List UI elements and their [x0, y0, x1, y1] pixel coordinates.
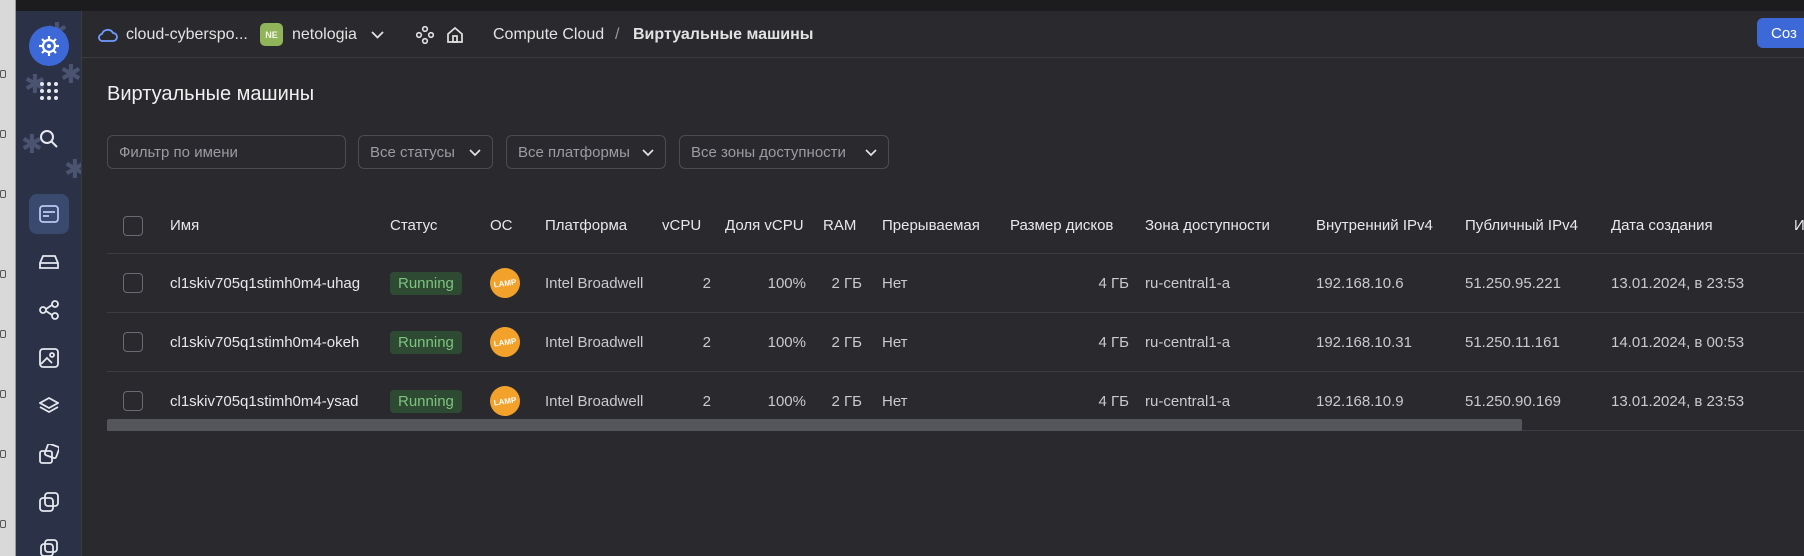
- vcpu-share: 100%: [767, 274, 806, 292]
- internal-ip: 192.168.10.31: [1316, 333, 1412, 351]
- sidebar: ✱ ✱ ✱ ✱ ✱: [16, 11, 82, 556]
- zone: ru-central1-a: [1145, 333, 1231, 351]
- status-badge: Running: [390, 313, 462, 371]
- horizontal-scrollbar[interactable]: [107, 419, 1804, 431]
- column-header-vcpu[interactable]: vCPU: [662, 198, 701, 253]
- column-header-more[interactable]: И: [1794, 198, 1804, 253]
- instance-groups-icon[interactable]: [29, 434, 69, 474]
- folder-name: netologia: [292, 25, 357, 43]
- breadcrumb-separator: /: [615, 25, 620, 43]
- created-date: 14.01.2024, в 00:53: [1611, 333, 1745, 351]
- column-header-disk-size[interactable]: Размер дисков: [1010, 198, 1113, 253]
- vm-name[interactable]: cl1skiv705q1stimh0m4-uhag: [170, 254, 360, 312]
- created-date: 13.01.2024, в 23:53: [1611, 274, 1745, 292]
- vm-name[interactable]: cl1skiv705q1stimh0m4-okeh: [170, 313, 359, 371]
- row-checkbox[interactable]: [123, 313, 143, 371]
- disk-icon[interactable]: [29, 242, 69, 282]
- os-label: LAMP: [488, 325, 522, 359]
- zone-filter-label: Все зоны доступности: [691, 143, 846, 161]
- platform-filter-label: Все платформы: [518, 143, 630, 161]
- folder-selector[interactable]: NE netologia: [260, 11, 384, 58]
- column-header-created[interactable]: Дата создания: [1611, 198, 1713, 253]
- status-text: Running: [390, 330, 462, 354]
- row-checkbox[interactable]: [123, 254, 143, 312]
- background-window-edge: [0, 0, 16, 556]
- column-header-ram[interactable]: RAM: [823, 198, 856, 253]
- column-header-zone[interactable]: Зона доступности: [1145, 198, 1270, 253]
- home-icon[interactable]: [446, 11, 464, 58]
- status-text: Running: [390, 271, 462, 295]
- column-header-os[interactable]: ОС: [490, 198, 513, 253]
- os-label: LAMP: [488, 384, 522, 418]
- public-ip: 51.250.11.161: [1465, 333, 1560, 351]
- search-icon[interactable]: [29, 119, 69, 159]
- name-filter-input[interactable]: Фильтр по имени: [107, 135, 346, 169]
- chevron-down-icon: [865, 144, 877, 161]
- zone-filter-select[interactable]: Все зоны доступности: [679, 135, 889, 169]
- column-header-name[interactable]: Имя: [170, 198, 199, 253]
- breadcrumb-service[interactable]: Compute Cloud: [493, 11, 604, 58]
- network-icon[interactable]: [29, 290, 69, 330]
- chevron-down-icon: [642, 144, 654, 161]
- vcpu: 2: [702, 333, 711, 351]
- ram: 2 ГБ: [831, 274, 862, 292]
- vcpu: 2: [702, 274, 711, 292]
- apps-grid-icon[interactable]: [29, 71, 69, 111]
- breadcrumb: cloud-cyberspo... NE netologia Compute C…: [82, 11, 1804, 58]
- column-header-preemptible[interactable]: Прерываемая: [882, 198, 980, 253]
- preemptible: Нет: [882, 333, 908, 351]
- status-filter-label: Все статусы: [370, 143, 455, 161]
- column-header-public-ip[interactable]: Публичный IPv4: [1465, 198, 1578, 253]
- platform: Intel Broadwell: [545, 274, 644, 292]
- platform: Intel Broadwell: [545, 333, 644, 351]
- select-all-checkbox[interactable]: [123, 198, 143, 253]
- main-content: cloud-cyberspo... NE netologia Compute C…: [82, 11, 1804, 556]
- column-header-platform[interactable]: Платформа: [545, 198, 627, 253]
- ram: 2 ГБ: [831, 333, 862, 351]
- column-header-vcpu-share[interactable]: Доля vCPU: [725, 198, 804, 253]
- status-badge: Running: [390, 254, 462, 312]
- more-icon[interactable]: [29, 526, 69, 556]
- status-filter-select[interactable]: Все статусы: [358, 135, 493, 169]
- dashboard-icon[interactable]: [29, 194, 69, 234]
- scrollbar-thumb[interactable]: [107, 419, 1522, 431]
- app-window: ✱ ✱ ✱ ✱ ✱: [0, 0, 1804, 556]
- chevron-down-icon[interactable]: [371, 30, 384, 39]
- image-icon[interactable]: [29, 338, 69, 378]
- lamp-os-icon: LAMP: [488, 254, 522, 312]
- name-filter-placeholder: Фильтр по имени: [119, 143, 238, 161]
- preemptible: Нет: [882, 274, 908, 292]
- vcpu-share: 100%: [767, 333, 806, 351]
- disk-size: 4 ГБ: [1098, 333, 1129, 351]
- create-vm-button[interactable]: Соз: [1757, 18, 1804, 48]
- cloud-icon: [98, 28, 118, 42]
- table-header-row: Имя Статус ОС Платформа vCPU Доля vCPU R…: [107, 198, 1804, 254]
- folder-avatar: NE: [260, 23, 283, 46]
- column-header-internal-ip[interactable]: Внутренний IPv4: [1316, 198, 1433, 253]
- layers-icon[interactable]: [29, 386, 69, 426]
- cloud-name: cloud-cyberspo...: [126, 25, 248, 43]
- cloud-selector[interactable]: cloud-cyberspo...: [98, 11, 248, 58]
- page-title: Виртуальные машины: [107, 83, 315, 105]
- os-label: LAMP: [488, 266, 522, 300]
- platform-filter-select[interactable]: Все платформы: [506, 135, 666, 169]
- public-ip: 51.250.95.221: [1465, 274, 1561, 292]
- internal-ip: 192.168.10.6: [1316, 274, 1404, 292]
- snapshots-icon[interactable]: [29, 482, 69, 522]
- disk-size: 4 ГБ: [1098, 274, 1129, 292]
- status-text: Running: [390, 389, 462, 413]
- table-row[interactable]: cl1skiv705q1stimh0m4-okeh Running LAMP I…: [107, 313, 1804, 372]
- services-icon[interactable]: [416, 11, 434, 58]
- chevron-down-icon: [469, 144, 481, 161]
- logo-icon[interactable]: [29, 26, 69, 66]
- breadcrumb-current: Виртуальные машины: [633, 25, 814, 43]
- lamp-os-icon: LAMP: [488, 313, 522, 371]
- window-top-strip: [0, 0, 1804, 11]
- table-row[interactable]: cl1skiv705q1stimh0m4-uhag Running LAMP I…: [107, 254, 1804, 313]
- column-header-status[interactable]: Статус: [390, 198, 437, 253]
- zone: ru-central1-a: [1145, 274, 1231, 292]
